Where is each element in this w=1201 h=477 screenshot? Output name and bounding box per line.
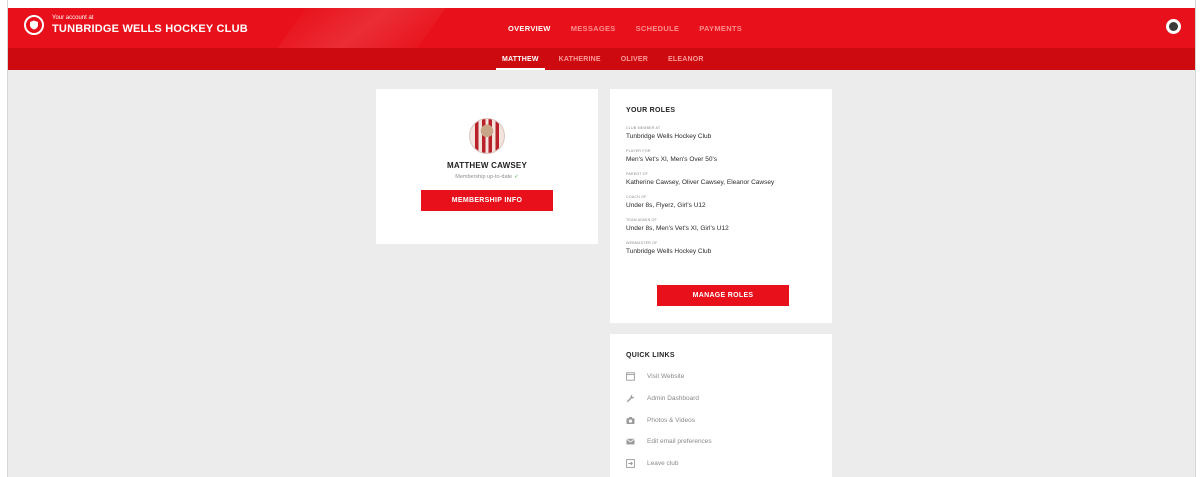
tab-matthew[interactable]: MATTHEW	[496, 48, 545, 70]
role-value: Under 8s, Flyerz, Girl's U12	[626, 202, 706, 209]
club-shield-icon	[24, 15, 44, 35]
link-visit-website[interactable]: Visit Website	[626, 371, 832, 382]
link-leave-club[interactable]: Leave club	[626, 458, 832, 469]
quick-links-list: Visit Website Admin Dashboard Photos & V…	[626, 371, 832, 469]
browser-viewport: Your account at TUNBRIDGE WELLS HOCKEY C…	[0, 0, 1201, 477]
nav-messages[interactable]: MESSAGES	[571, 24, 616, 33]
envelope-icon	[626, 437, 635, 446]
role-label: COACH OF	[626, 195, 647, 199]
link-label: Visit Website	[647, 373, 685, 380]
header-decoration	[256, 8, 460, 48]
nav-payments[interactable]: PAYMENTS	[699, 24, 742, 33]
link-admin-dashboard[interactable]: Admin Dashboard	[626, 393, 832, 404]
membership-status-text: Membership up-to-date	[455, 174, 513, 180]
member-subnav-bar: MATTHEW KATHERINE OLIVER ELEANOR	[8, 48, 1195, 70]
brand-subtitle: Your account at	[52, 15, 94, 21]
role-label: TEAM ADMIN OF	[626, 218, 657, 222]
link-label: Admin Dashboard	[647, 394, 700, 402]
role-group: COACH OF Under 8s, Flyerz, Girl's U12	[626, 195, 832, 210]
main-navigation: OVERVIEW MESSAGES SCHEDULE PAYMENTS	[508, 8, 762, 48]
window-right-border	[1195, 0, 1201, 477]
check-icon: ✓	[514, 174, 519, 180]
membership-info-button[interactable]: MEMBERSHIP INFO	[421, 190, 553, 211]
link-email-preferences[interactable]: Edit email preferences	[626, 436, 832, 447]
role-label: CLUB MEMBER AT	[626, 126, 661, 130]
wrench-icon	[626, 394, 635, 403]
role-label: PARENT OF	[626, 172, 649, 176]
profile-card: MATTHEW CAWSEY Membership up-to-date ✓ ME…	[376, 89, 598, 244]
roles-card: YOUR ROLES CLUB MEMBER AT Tunbridge Well…	[610, 89, 832, 323]
top-header: Your account at TUNBRIDGE WELLS HOCKEY C…	[8, 8, 1195, 48]
role-value: Tunbridge Wells Hockey Club	[626, 133, 712, 140]
nav-overview[interactable]: OVERVIEW	[508, 24, 551, 33]
profile-name: MATTHEW CAWSEY	[447, 161, 527, 170]
role-label: PLAYER FOR	[626, 149, 651, 153]
club-brand[interactable]: Your account at TUNBRIDGE WELLS HOCKEY C…	[24, 14, 248, 36]
role-value: Men's Vet's XI, Men's Over 50's	[626, 156, 717, 163]
manage-roles-button[interactable]: MANAGE ROLES	[657, 285, 789, 306]
link-label: Photos & Videos	[647, 416, 695, 424]
tab-katherine[interactable]: KATHERINE	[559, 48, 601, 70]
nav-schedule[interactable]: SCHEDULE	[636, 24, 680, 33]
tab-oliver[interactable]: OLIVER	[621, 48, 648, 70]
membership-status: Membership up-to-date ✓	[455, 174, 518, 180]
brand-text: Your account at TUNBRIDGE WELLS HOCKEY C…	[52, 14, 248, 36]
exit-icon	[626, 459, 635, 469]
quick-links-card: QUICK LINKS Visit Website Admin Dashboar…	[610, 334, 832, 477]
profile-avatar	[469, 118, 505, 154]
camera-icon	[626, 416, 635, 425]
main-content: MATTHEW CAWSEY Membership up-to-date ✓ ME…	[8, 70, 1195, 477]
role-group: PARENT OF Katherine Cawsey, Oliver Cawse…	[626, 172, 832, 187]
tab-eleanor[interactable]: ELEANOR	[668, 48, 704, 70]
link-photos-videos[interactable]: Photos & Videos	[626, 415, 832, 426]
role-group: CLUB MEMBER AT Tunbridge Wells Hockey Cl…	[626, 126, 832, 141]
member-tabs: MATTHEW KATHERINE OLIVER ELEANOR	[496, 48, 724, 70]
role-value: Tunbridge Wells Hockey Club	[626, 248, 712, 255]
role-group: WEBMASTER OF Tunbridge Wells Hockey Club	[626, 241, 832, 256]
browser-window-icon	[626, 372, 635, 381]
window-left-border	[0, 0, 8, 477]
brand-title: TUNBRIDGE WELLS HOCKEY CLUB	[52, 23, 248, 35]
quick-links-title: QUICK LINKS	[626, 352, 675, 359]
user-avatar-icon[interactable]	[1166, 19, 1181, 34]
roles-title: YOUR ROLES	[626, 107, 676, 114]
role-group: TEAM ADMIN OF Under 8s, Men's Vet's XI, …	[626, 218, 832, 233]
link-label: Edit email preferences	[647, 438, 712, 446]
role-label: WEBMASTER OF	[626, 241, 658, 245]
user-avatar-inner	[1169, 22, 1178, 31]
role-group: PLAYER FOR Men's Vet's XI, Men's Over 50…	[626, 149, 832, 164]
role-value: Katherine Cawsey, Oliver Cawsey, Eleanor…	[626, 179, 775, 186]
link-label: Leave club	[647, 460, 679, 468]
role-value: Under 8s, Men's Vet's XI, Girl's U12	[626, 225, 729, 232]
